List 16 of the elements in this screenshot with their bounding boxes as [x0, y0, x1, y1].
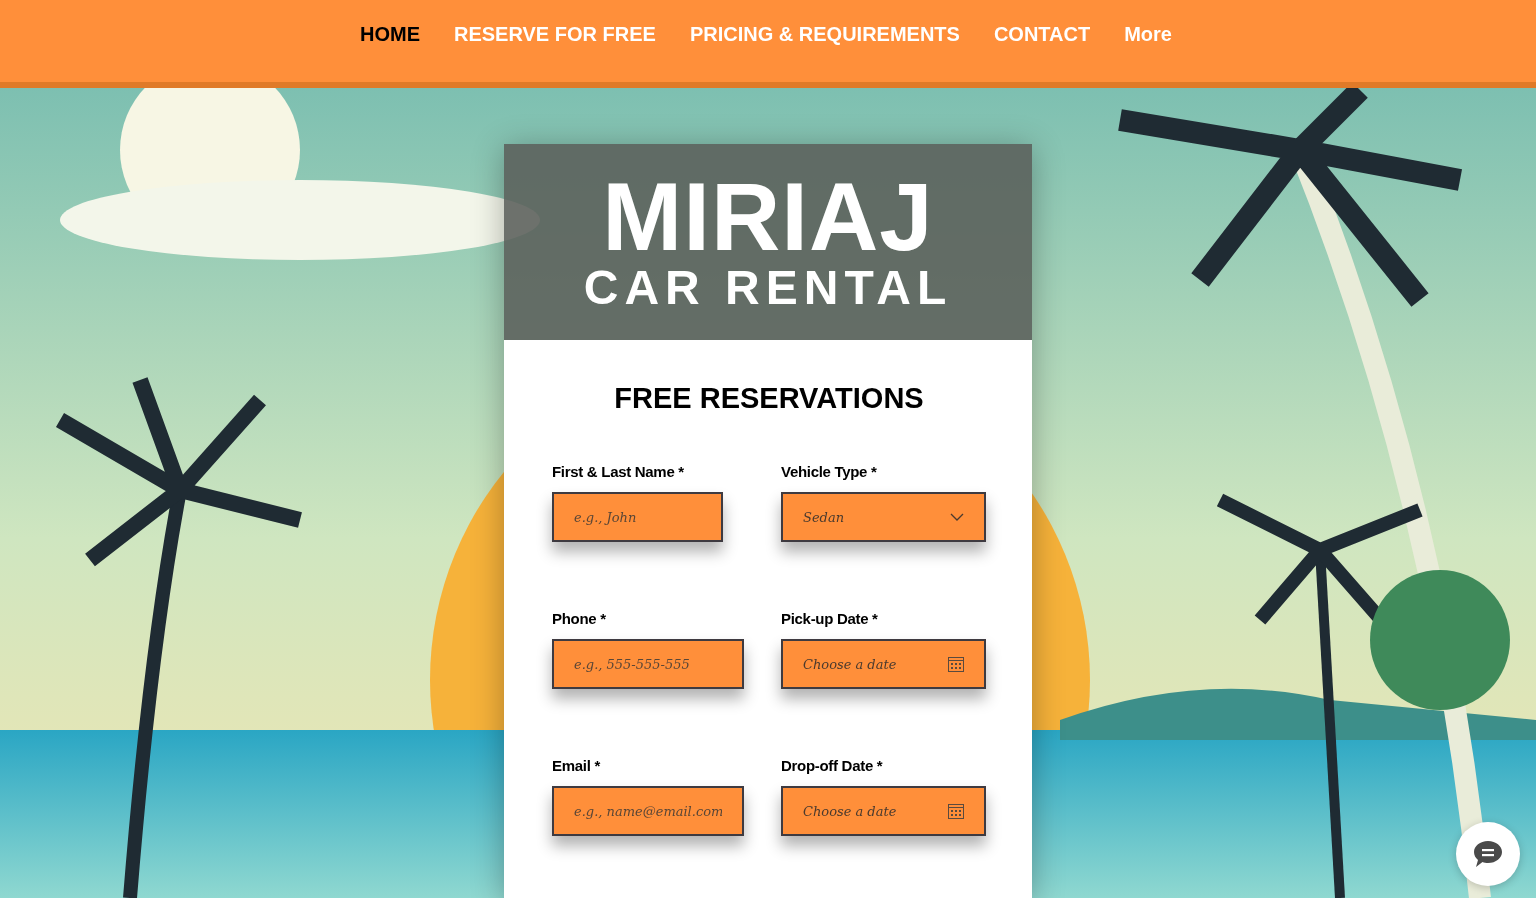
date-field[interactable]: Choose a date: [781, 639, 986, 689]
input-field[interactable]: e.g., 555-555-555: [552, 639, 744, 689]
field-label: Email *: [552, 757, 601, 774]
dropdown-field[interactable]: Sedan: [781, 492, 986, 542]
field-label: Drop-off Date *: [781, 757, 884, 774]
form-heading: FREE RESERVATIONS: [613, 382, 925, 415]
field-label: Vehicle Type *: [781, 463, 878, 480]
brand-title: MIRIAJ: [602, 171, 934, 263]
field-label: Pick-up Date *: [781, 610, 879, 627]
field-label: Phone *: [552, 610, 607, 627]
brand-subtitle: CAR RENTAL: [583, 263, 953, 313]
nav-link[interactable]: HOME: [360, 22, 420, 46]
date-field[interactable]: Choose a date: [781, 786, 986, 836]
input-field[interactable]: e.g., name@email.com: [552, 786, 744, 836]
field-label: First & Last Name *: [552, 463, 685, 480]
input-field[interactable]: e.g., John: [552, 492, 723, 542]
